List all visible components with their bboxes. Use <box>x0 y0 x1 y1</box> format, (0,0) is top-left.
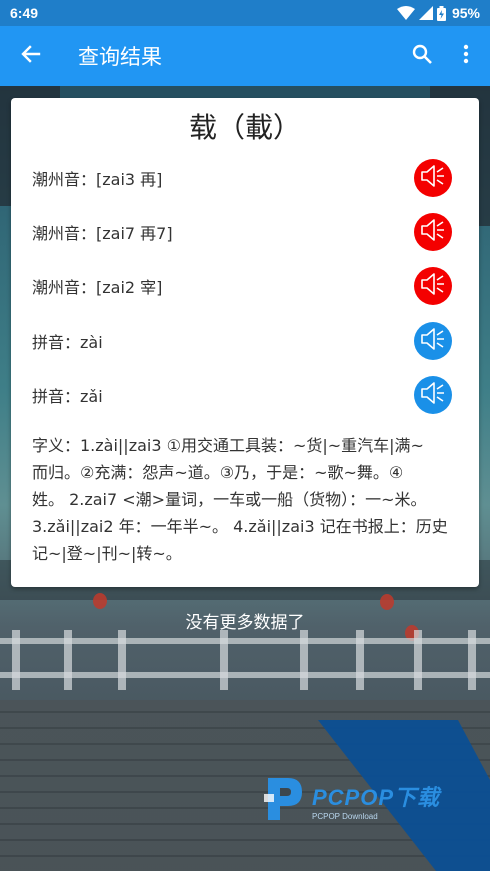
back-button[interactable] <box>0 26 62 86</box>
definition-line: 记~|登~|刊~|转~。 <box>32 544 182 563</box>
no-more-data-text: 没有更多数据了 <box>185 613 305 633</box>
search-icon <box>412 44 432 68</box>
pronunciation-label: 拼音：zǎi <box>32 387 103 406</box>
page-title: 查询结果 <box>78 45 162 69</box>
play-audio-button[interactable] <box>414 376 452 414</box>
pronunciation-label: 潮州音：[zai3 再] <box>32 170 163 189</box>
definition-line: 字义：1.zài||zai3 ①用交通工具装：~货|~重汽车|满~ <box>32 436 424 455</box>
speaker-icon <box>420 272 446 300</box>
definition-line: 3.zǎi||zai2 年：一年半~。 4.zǎi||zai3 记在书报上：历史 <box>32 517 448 536</box>
watermark-subtitle: PCPOP Download <box>312 811 378 821</box>
pronunciation-label: 拼音：zài <box>32 333 103 352</box>
pronunciation-row: 潮州音：[zai7 再7] <box>32 212 452 252</box>
signal-icon <box>418 6 433 20</box>
more-vert-icon <box>463 44 469 68</box>
pronunciation-label: 潮州音：[zai7 再7] <box>32 224 173 243</box>
battery-charging-icon <box>436 5 446 21</box>
speaker-icon <box>420 218 446 246</box>
status-time: 6:49 <box>10 5 39 21</box>
pronunciation-row: 潮州音：[zai3 再] <box>32 158 452 198</box>
play-audio-button[interactable] <box>414 322 452 360</box>
character-title: 载（載） <box>188 111 301 144</box>
battery-percent: 95% <box>451 5 480 21</box>
play-audio-button[interactable] <box>414 159 452 197</box>
more-options-button[interactable] <box>444 26 488 86</box>
search-button[interactable] <box>400 26 444 86</box>
speaker-icon <box>420 164 446 192</box>
result-card: 载（載） 潮州音：[zai3 再] 潮州音：[zai7 再7] 潮州音：[zai… <box>11 98 479 587</box>
wifi-icon <box>396 6 415 20</box>
speaker-icon <box>420 327 446 355</box>
pcpop-logo-icon <box>262 772 306 828</box>
definition-line: 而归。②充满：怨声~道。③乃，于是：~歌~舞。④ <box>32 463 404 482</box>
watermark-brand: PCPOP下载 <box>312 784 441 810</box>
play-audio-button[interactable] <box>414 213 452 251</box>
watermark-logo: PCPOP下载 PCPOP Download <box>262 772 440 828</box>
status-bar: 6:49 95% <box>0 0 490 26</box>
play-audio-button[interactable] <box>414 267 452 305</box>
pronunciation-label: 潮州音：[zai2 宰] <box>32 278 163 297</box>
app-bar: 查询结果 <box>0 26 490 86</box>
pronunciation-row: 拼音：zài <box>32 321 452 361</box>
speaker-icon <box>420 381 446 409</box>
arrow-back-icon <box>21 44 41 68</box>
definition-text: 字义：1.zài||zai3 ①用交通工具装：~货|~重汽车|满~ 而归。②充满… <box>32 432 462 567</box>
pronunciation-row: 潮州音：[zai2 宰] <box>32 266 452 306</box>
pronunciation-row: 拼音：zǎi <box>32 375 452 415</box>
definition-line: 姓。 2.zai7 <潮>量词，一车或一船（货物）：一~米。 <box>32 490 427 509</box>
